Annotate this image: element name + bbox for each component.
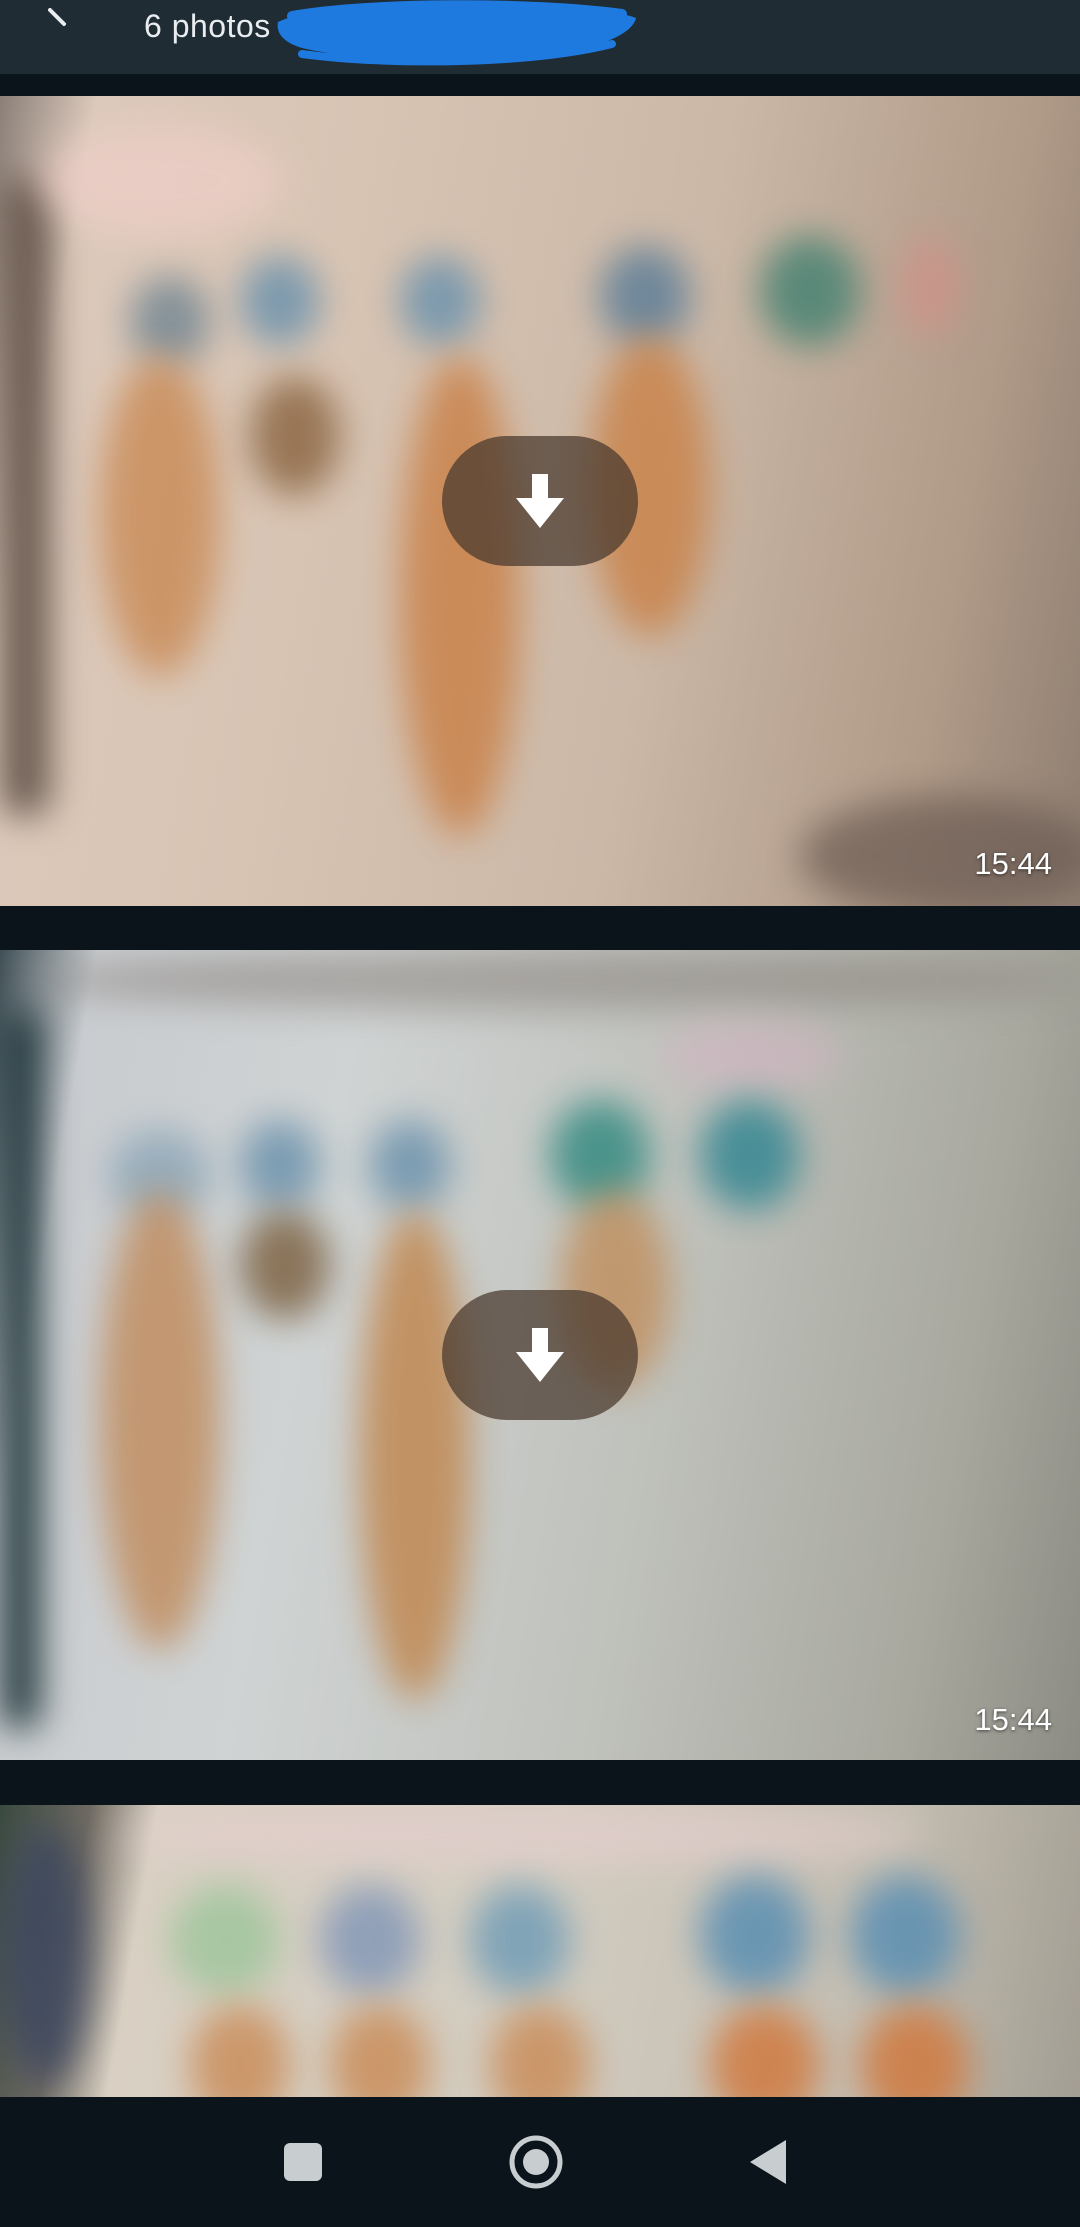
photo-tile[interactable] xyxy=(0,1805,1080,2097)
back-triangle-icon xyxy=(750,2140,786,2184)
home-circle-icon xyxy=(509,2135,563,2189)
photo-timestamp: 15:44 xyxy=(974,1702,1052,1737)
recents-button[interactable] xyxy=(273,2132,333,2192)
download-arrow-icon xyxy=(516,474,564,528)
download-button[interactable] xyxy=(442,436,638,566)
home-button[interactable] xyxy=(506,2132,566,2192)
download-arrow-icon xyxy=(516,1328,564,1382)
download-button[interactable] xyxy=(442,1290,638,1420)
photo-tile[interactable]: 15:44 xyxy=(0,96,1080,906)
photo-timestamp: 15:44 xyxy=(974,846,1052,881)
recents-square-icon xyxy=(284,2143,322,2181)
back-arrow-icon xyxy=(48,8,66,26)
back-button[interactable] xyxy=(30,0,90,40)
system-back-button[interactable] xyxy=(740,2132,800,2192)
media-viewer-screen: 6 photos • 2 15:44 15:44 xyxy=(0,0,1080,2227)
photo-tile[interactable]: 15:44 xyxy=(0,950,1080,1760)
redaction-scribble xyxy=(277,0,636,66)
top-app-bar: 6 photos • 2 xyxy=(0,0,1080,74)
system-navigation-bar xyxy=(0,2097,1080,2227)
